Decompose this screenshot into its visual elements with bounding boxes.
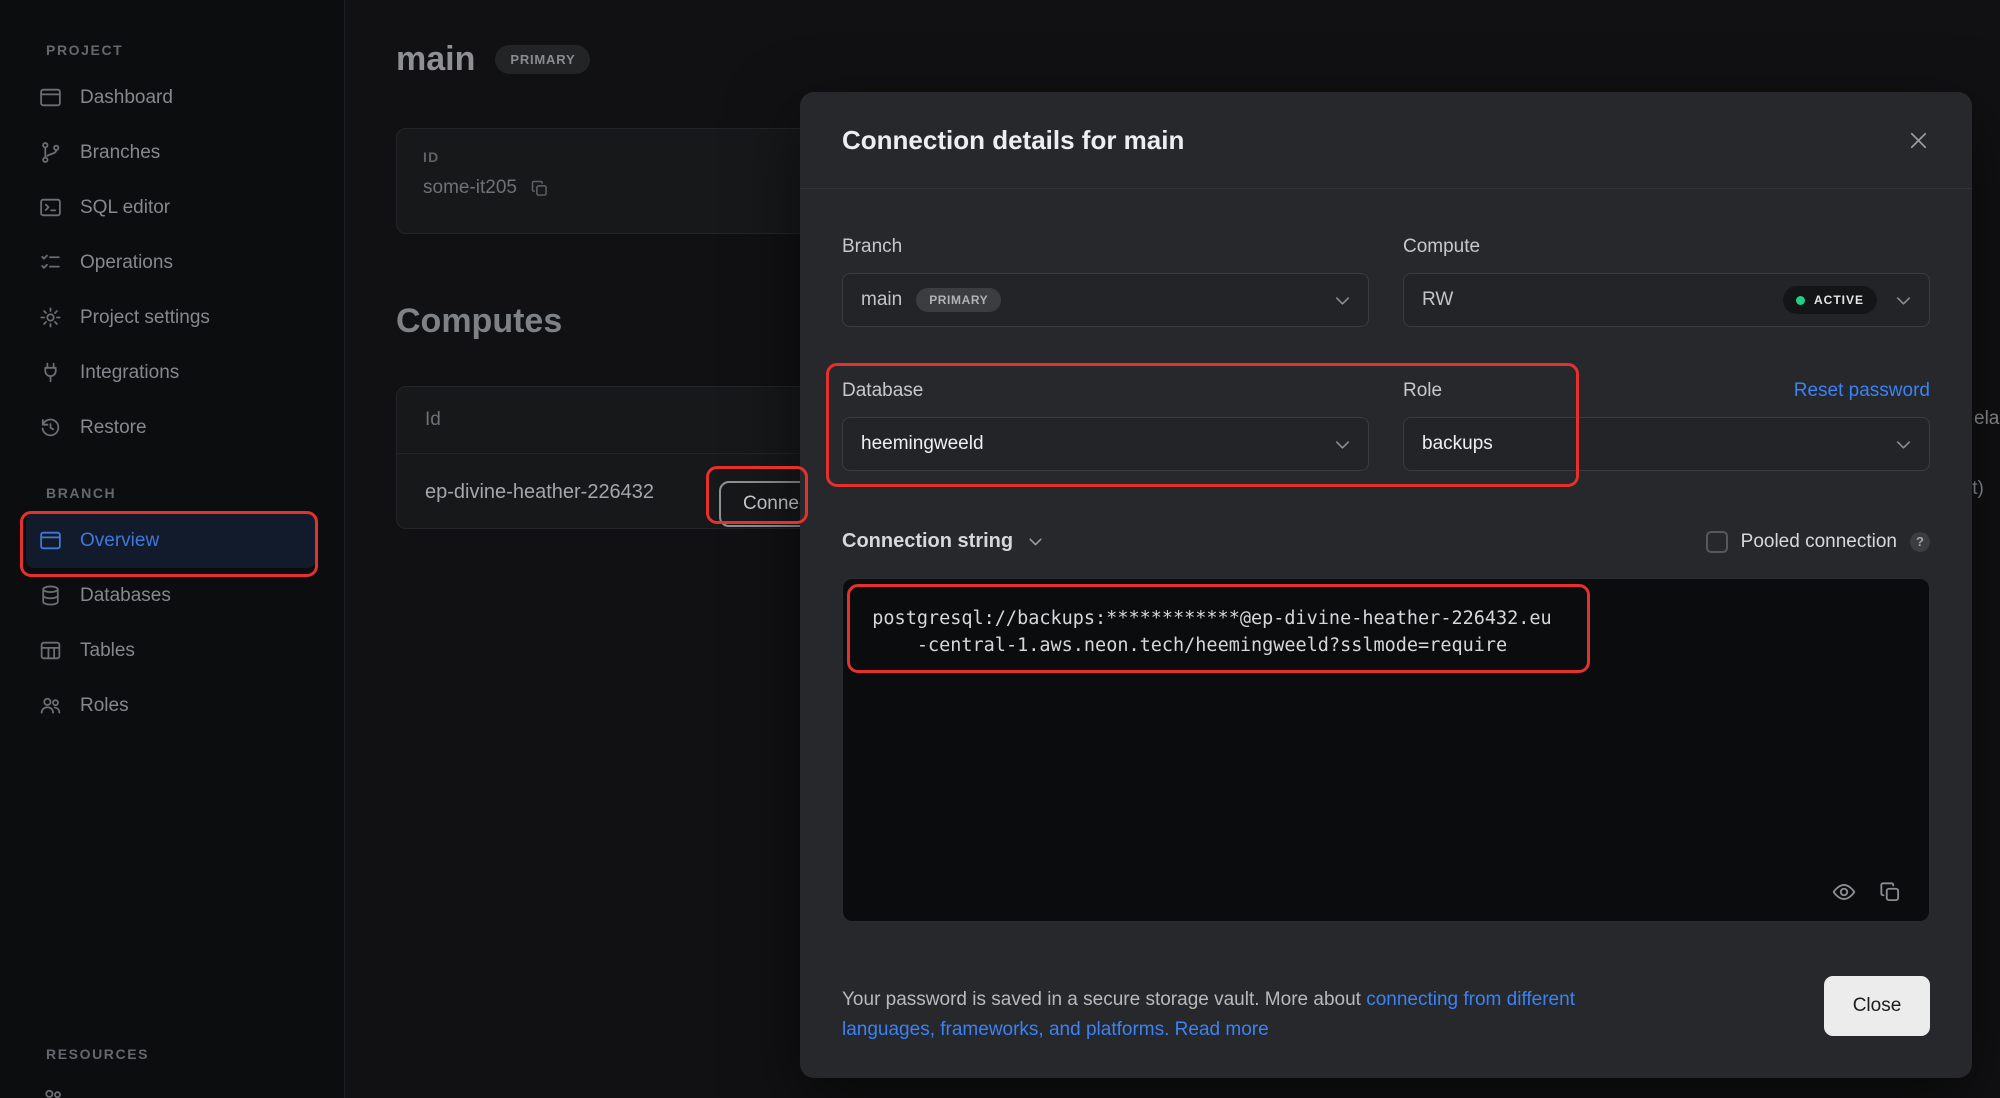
database-field: Database heemingweeld (842, 380, 1369, 471)
restore-clock-icon (38, 415, 63, 440)
roles-icon (38, 693, 63, 718)
branch-field: Branch main PRIMARY (842, 236, 1369, 327)
sidebar-item-sql-editor[interactable]: SQL editor (26, 180, 316, 235)
sidebar-section-branch-label: BRANCH (0, 485, 344, 513)
connection-string-row: Connection string Pooled connection ? (842, 530, 1930, 553)
close-icon[interactable] (1905, 127, 1932, 154)
sidebar-item-restore[interactable]: Restore (26, 400, 316, 455)
sql-editor-icon (38, 195, 63, 220)
active-status-text: ACTIVE (1814, 293, 1864, 307)
page-title-row: main PRIMARY (396, 40, 590, 79)
sidebar-item-integrations[interactable]: Integrations (26, 345, 316, 400)
compute-select[interactable]: RW ACTIVE (1403, 273, 1930, 327)
copy-icon[interactable] (529, 178, 550, 199)
pooled-connection-label: Pooled connection (1741, 531, 1897, 553)
sidebar-item-label: Project settings (80, 307, 210, 329)
databases-icon (38, 583, 63, 608)
connecting-docs-link[interactable]: connecting from different (1366, 989, 1575, 1010)
sidebar-section-project-label: PROJECT (0, 42, 344, 70)
modal-footer-text: Your password is saved in a secure stora… (842, 985, 1792, 1045)
close-button[interactable]: Close (1824, 976, 1930, 1036)
operations-icon (38, 250, 63, 275)
sidebar-section-resources-label: RESOURCES (0, 1046, 149, 1074)
app-window: PROJECT Dashboard Branches SQL editor (0, 0, 2000, 1098)
code-block-actions (1831, 879, 1903, 905)
help-icon[interactable]: ? (1910, 532, 1930, 552)
chevron-down-icon (1025, 531, 1046, 552)
reset-password-link[interactable]: Reset password (1794, 380, 1930, 402)
dashboard-icon (38, 85, 63, 110)
connection-string-line2: -central-1.aws.neon.tech/heemingweeld?ss… (867, 632, 1557, 659)
connection-string-line1: postgresql://backups:************@ep-div… (867, 605, 1557, 632)
community-icon (40, 1085, 65, 1098)
modal-title: Connection details for main (842, 125, 1184, 156)
pooled-connection-checkbox[interactable] (1706, 531, 1728, 553)
tables-icon (38, 638, 63, 663)
sidebar-item-label: Branches (80, 142, 160, 164)
page-title: main (396, 40, 475, 79)
compute-id-cell: ep-divine-heather-226432 (425, 481, 654, 504)
sidebar-item-label: Operations (80, 252, 173, 274)
active-dot-icon (1796, 296, 1805, 305)
sidebar-item-label: SQL editor (80, 197, 170, 219)
sidebar-item-dashboard[interactable]: Dashboard (26, 70, 316, 125)
database-label: Database (842, 380, 1369, 402)
eye-icon[interactable] (1831, 879, 1857, 905)
compute-value: RW (1422, 289, 1453, 311)
chevron-down-icon (1331, 433, 1354, 456)
branch-select[interactable]: main PRIMARY (842, 273, 1369, 327)
chevron-down-icon (1892, 289, 1915, 312)
compute-label: Compute (1403, 236, 1930, 258)
sidebar-item-label: Dashboard (80, 87, 173, 109)
sidebar-item-branches[interactable]: Branches (26, 125, 316, 180)
chevron-down-icon (1331, 289, 1354, 312)
sidebar-item-tables[interactable]: Tables (26, 623, 316, 678)
branch-value: main (861, 289, 902, 311)
database-select[interactable]: heemingweeld (842, 417, 1369, 471)
sidebar-item-databases[interactable]: Databases (26, 568, 316, 623)
copy-icon[interactable] (1877, 879, 1903, 905)
sidebar-section-project: PROJECT Dashboard Branches SQL editor (0, 42, 344, 455)
sidebar-item-label: Integrations (80, 362, 179, 384)
connection-string-value: postgresql://backups:************@ep-div… (867, 605, 1557, 659)
chevron-down-icon (1892, 433, 1915, 456)
role-select[interactable]: backups (1403, 417, 1930, 471)
sidebar-item-label: Roles (80, 695, 129, 717)
sidebar-item-label: Restore (80, 417, 147, 439)
computes-heading: Computes (396, 302, 562, 341)
connection-string-label: Connection string (842, 530, 1013, 553)
pooled-connection-group: Pooled connection ? (1706, 531, 1930, 553)
sidebar-item-project-settings[interactable]: Project settings (26, 290, 316, 345)
compute-field: Compute RW ACTIVE (1403, 236, 1930, 327)
overview-icon (38, 528, 63, 553)
connection-string-toggle[interactable]: Connection string (842, 530, 1046, 553)
sidebar-item-label: Databases (80, 585, 171, 607)
clipped-text-fragment: ela (1974, 408, 1999, 430)
connection-string-box: postgresql://backups:************@ep-div… (842, 578, 1930, 922)
sidebar-item-label: Overview (80, 530, 159, 552)
status-badge: ACTIVE (1783, 286, 1877, 314)
sidebar-item-operations[interactable]: Operations (26, 235, 316, 290)
primary-badge: PRIMARY (495, 45, 590, 74)
settings-gear-icon (38, 305, 63, 330)
branch-id-value: some-it205 (423, 177, 517, 199)
sidebar: PROJECT Dashboard Branches SQL editor (0, 0, 345, 1098)
footer-static-text: Your password is saved in a secure stora… (842, 989, 1366, 1010)
sidebar-item-overview[interactable]: Overview (26, 513, 316, 568)
sidebar-section-branch: BRANCH Overview Databases Tables (0, 485, 344, 733)
role-value: backups (1422, 433, 1493, 455)
integrations-icon (38, 360, 63, 385)
connecting-docs-link[interactable]: languages, frameworks, and platforms. (842, 1019, 1169, 1040)
primary-badge: PRIMARY (916, 288, 1001, 312)
read-more-link[interactable]: Read more (1175, 1019, 1269, 1040)
connection-details-modal: Connection details for main Branch main … (800, 92, 1972, 1078)
branch-label: Branch (842, 236, 1369, 258)
modal-header: Connection details for main (800, 92, 1972, 189)
sidebar-item-label: Tables (80, 640, 135, 662)
sidebar-item-roles[interactable]: Roles (26, 678, 316, 733)
branches-icon (38, 140, 63, 165)
database-value: heemingweeld (861, 433, 984, 455)
